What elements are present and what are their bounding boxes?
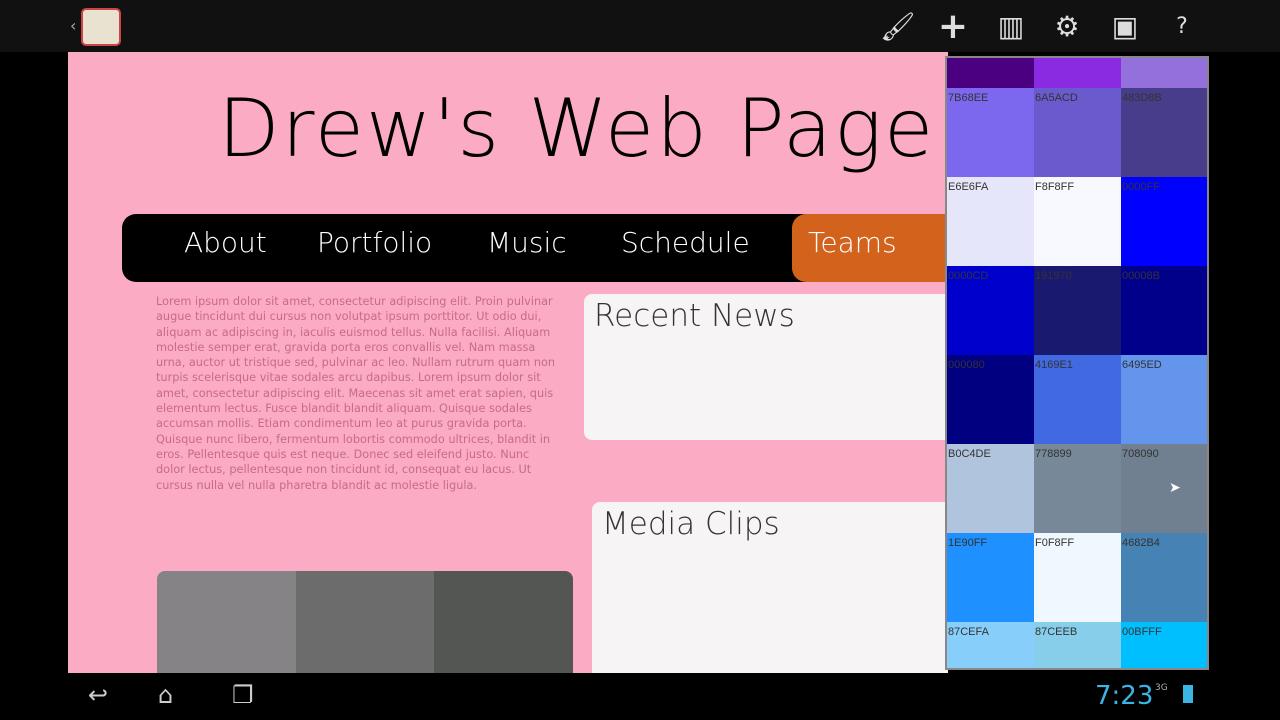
brush-icon[interactable]: 🖌 bbox=[880, 10, 916, 44]
color-swatch[interactable]: F8F8FF bbox=[1034, 177, 1121, 266]
color-swatch[interactable]: 6495ED bbox=[1121, 355, 1207, 444]
gallery-tile[interactable] bbox=[157, 571, 296, 673]
color-swatch[interactable]: 1E90FF bbox=[947, 533, 1034, 622]
color-swatch[interactable] bbox=[1121, 58, 1207, 88]
color-swatch[interactable]: 708090 bbox=[1121, 444, 1207, 533]
color-swatch[interactable]: 00008B bbox=[1121, 266, 1207, 355]
color-swatch[interactable]: 7B68EE bbox=[947, 88, 1034, 177]
color-swatch[interactable]: E6E6FA bbox=[947, 177, 1034, 266]
color-swatch[interactable]: B0C4DE bbox=[947, 444, 1034, 533]
body-text: Lorem ipsum dolor sit amet, consectetur … bbox=[156, 295, 556, 492]
nav-about[interactable]: About bbox=[184, 226, 267, 259]
network-indicator: 3G bbox=[1155, 683, 1168, 693]
back-icon[interactable]: ↩ bbox=[88, 681, 108, 709]
nav-schedule[interactable]: Schedule bbox=[621, 226, 750, 259]
color-swatch[interactable]: 483D8B bbox=[1121, 88, 1207, 177]
color-swatch[interactable]: 191970 bbox=[1034, 266, 1121, 355]
media-clips-title: Media Clips bbox=[602, 506, 780, 542]
nav-teams[interactable]: Teams bbox=[792, 214, 948, 282]
gallery-strip[interactable] bbox=[157, 571, 573, 673]
browser-preview-icon[interactable]: ▣ bbox=[1108, 10, 1142, 44]
color-swatch[interactable]: 6A5ACD bbox=[1034, 88, 1121, 177]
color-swatch[interactable]: F0F8FF bbox=[1034, 533, 1121, 622]
back-chevron-icon[interactable]: ‹ bbox=[70, 16, 76, 35]
action-bar: ‹ 🖌 + ▥ ⚙ ▣ ? bbox=[0, 0, 1280, 52]
color-swatch[interactable]: 000080 bbox=[947, 355, 1034, 444]
color-palette[interactable]: 7B68EE 6A5ACD 483D8B E6E6FA F8F8FF 0000FF 0000… bbox=[945, 56, 1209, 670]
app-icon[interactable] bbox=[81, 8, 121, 46]
battery-icon bbox=[1183, 685, 1193, 703]
media-clips-box[interactable]: Media Clips bbox=[592, 502, 948, 673]
web-page-canvas[interactable]: Drew's Web Page About Portfolio Music Sc… bbox=[68, 52, 948, 673]
color-swatch[interactable]: 87CEEB bbox=[1034, 622, 1121, 668]
help-icon[interactable]: ? bbox=[1165, 10, 1199, 44]
gallery-tile[interactable] bbox=[434, 571, 573, 673]
color-swatch[interactable] bbox=[1034, 58, 1121, 88]
color-swatch[interactable]: 0000CD bbox=[947, 266, 1034, 355]
page-title: Drew's Web Page bbox=[218, 82, 936, 175]
navigation-bar: ↩ ⌂ ❐ 7:23 3G bbox=[0, 673, 1280, 720]
plus-icon[interactable]: + bbox=[936, 9, 970, 45]
nav-music[interactable]: Music bbox=[487, 226, 567, 259]
recent-news-title: Recent News bbox=[594, 298, 795, 334]
color-swatch[interactable]: 00BFFF bbox=[1121, 622, 1207, 668]
color-swatch[interactable]: 4682B4 bbox=[1121, 533, 1207, 622]
color-swatch[interactable]: 87CEFA bbox=[947, 622, 1034, 668]
color-swatch[interactable] bbox=[947, 58, 1034, 88]
gallery-tile[interactable] bbox=[295, 571, 435, 673]
recent-apps-icon[interactable]: ❐ bbox=[232, 681, 254, 709]
gear-icon[interactable]: ⚙ bbox=[1050, 10, 1084, 44]
color-swatch[interactable]: 0000FF bbox=[1121, 177, 1207, 266]
nav-portfolio[interactable]: Portfolio bbox=[317, 226, 432, 259]
nav-bar: About Portfolio Music Schedule Teams bbox=[122, 214, 948, 282]
color-swatch[interactable]: 4169E1 bbox=[1034, 355, 1121, 444]
paint-roller-icon[interactable]: ▥ bbox=[994, 10, 1028, 44]
recent-news-box[interactable]: Recent News bbox=[584, 294, 948, 440]
clock: 7:23 bbox=[1095, 681, 1154, 711]
home-icon[interactable]: ⌂ bbox=[158, 681, 173, 709]
mouse-cursor-icon: ➤ bbox=[1169, 480, 1181, 496]
color-swatch[interactable]: 778899 bbox=[1034, 444, 1121, 533]
